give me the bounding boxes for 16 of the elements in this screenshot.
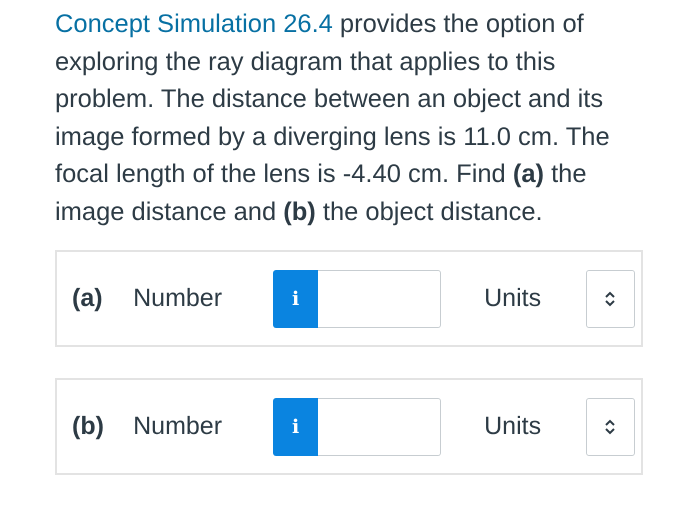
simulation-link[interactable]: Concept Simulation 26.4 bbox=[55, 10, 333, 38]
part-label: (b) bbox=[72, 412, 105, 441]
units-label: Units bbox=[484, 284, 542, 313]
units-select[interactable] bbox=[586, 398, 635, 456]
units-label: Units bbox=[484, 412, 542, 441]
units-select[interactable] bbox=[586, 270, 635, 328]
number-label: Number bbox=[133, 412, 224, 441]
chevron-up-down-icon bbox=[604, 290, 616, 306]
part-label: (a) bbox=[72, 284, 104, 313]
info-button[interactable]: i bbox=[273, 270, 318, 328]
number-field[interactable] bbox=[318, 270, 442, 328]
chevron-up-down-icon bbox=[604, 418, 616, 434]
number-field[interactable] bbox=[318, 398, 442, 456]
info-button[interactable]: i bbox=[273, 398, 318, 456]
number-label: Number bbox=[133, 284, 224, 313]
problem-text: Concept Simulation 26.4 provides the option of exploring the ray diagram that applies to this problem. The distance between an object and its image formed by a diverging lens is 11.0 cm. The focal length of the lens is -4.40 cm. Find (a) the image distance and (b) the object distance. bbox=[55, 9, 611, 228]
